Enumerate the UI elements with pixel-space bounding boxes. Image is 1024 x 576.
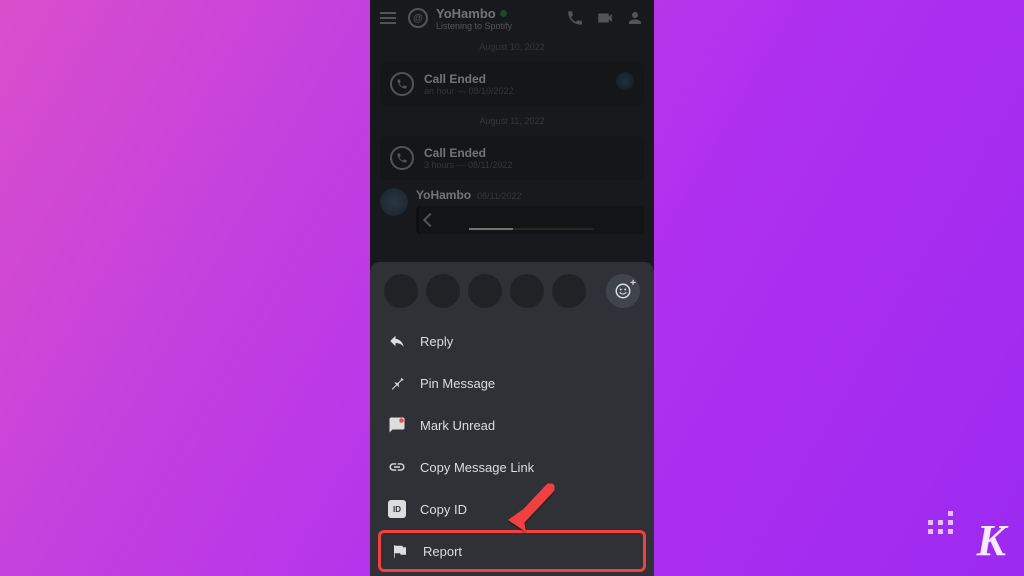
reply-icon — [388, 332, 406, 350]
reaction-slot[interactable] — [552, 274, 586, 308]
online-status-dot — [500, 10, 507, 17]
discord-mobile-screen: @ YoHambo Listening to Spotify August 10… — [370, 0, 654, 576]
header-title-block[interactable]: YoHambo Listening to Spotify — [436, 6, 558, 31]
id-badge-icon: ID — [388, 500, 406, 518]
reaction-slot[interactable] — [426, 274, 460, 308]
reaction-slot[interactable] — [468, 274, 502, 308]
menu-label: Reply — [420, 334, 453, 349]
caller-avatar — [616, 72, 634, 90]
flag-icon — [391, 542, 409, 560]
reaction-slot[interactable] — [510, 274, 544, 308]
add-reaction-button[interactable]: + — [606, 274, 640, 308]
message[interactable]: YoHambo 08/11/2022 — [370, 184, 654, 238]
call-ended-card[interactable]: Call Ended 3 hours — 08/11/2022 — [380, 136, 644, 180]
plus-icon: + — [630, 278, 636, 289]
chat-bubble-icon — [388, 416, 406, 434]
pin-message-menu-item[interactable]: Pin Message — [370, 362, 654, 404]
report-menu-item[interactable]: Report — [378, 530, 646, 572]
message-author[interactable]: YoHambo — [416, 188, 471, 202]
voice-call-icon[interactable] — [566, 9, 584, 27]
dm-user-status: Listening to Spotify — [436, 21, 558, 31]
phone-icon — [390, 146, 414, 170]
user-profile-icon[interactable] — [626, 9, 644, 27]
progress-bar — [469, 228, 594, 230]
call-title: Call Ended — [424, 146, 512, 160]
menu-label: Pin Message — [420, 376, 495, 391]
message-timestamp: 08/11/2022 — [477, 191, 521, 201]
menu-label: Mark Unread — [420, 418, 495, 433]
video-call-icon[interactable] — [596, 9, 614, 27]
call-subtitle: an hour — 08/10/2022 — [424, 86, 514, 96]
dm-header: @ YoHambo Listening to Spotify — [370, 0, 654, 36]
message-embed-preview[interactable] — [416, 206, 644, 234]
copy-id-menu-item[interactable]: ID Copy ID — [370, 488, 654, 530]
mark-unread-menu-item[interactable]: Mark Unread — [370, 404, 654, 446]
link-icon — [388, 458, 406, 476]
call-subtitle: 3 hours — 08/11/2022 — [424, 160, 512, 170]
call-title: Call Ended — [424, 72, 514, 86]
reaction-slot[interactable] — [384, 274, 418, 308]
quick-reactions-row: + — [370, 274, 654, 320]
dm-username: YoHambo — [436, 6, 496, 21]
date-divider: August 11, 2022 — [370, 110, 654, 132]
menu-label: Copy ID — [420, 502, 467, 517]
at-icon: @ — [408, 8, 428, 28]
watermark-dots — [928, 511, 954, 534]
menu-icon[interactable] — [380, 8, 400, 28]
pin-icon — [388, 374, 406, 392]
watermark-logo: K — [977, 515, 1006, 566]
reply-menu-item[interactable]: Reply — [370, 320, 654, 362]
message-action-sheet: + Reply Pin Message Mark Unread Copy Mes… — [370, 262, 654, 576]
copy-message-link-menu-item[interactable]: Copy Message Link — [370, 446, 654, 488]
menu-label: Report — [423, 544, 462, 559]
phone-icon — [390, 72, 414, 96]
back-chevron-icon — [423, 213, 437, 227]
message-avatar[interactable] — [380, 188, 408, 216]
call-ended-card[interactable]: Call Ended an hour — 08/10/2022 — [380, 62, 644, 106]
date-divider: August 10, 2022 — [370, 36, 654, 58]
menu-label: Copy Message Link — [420, 460, 534, 475]
